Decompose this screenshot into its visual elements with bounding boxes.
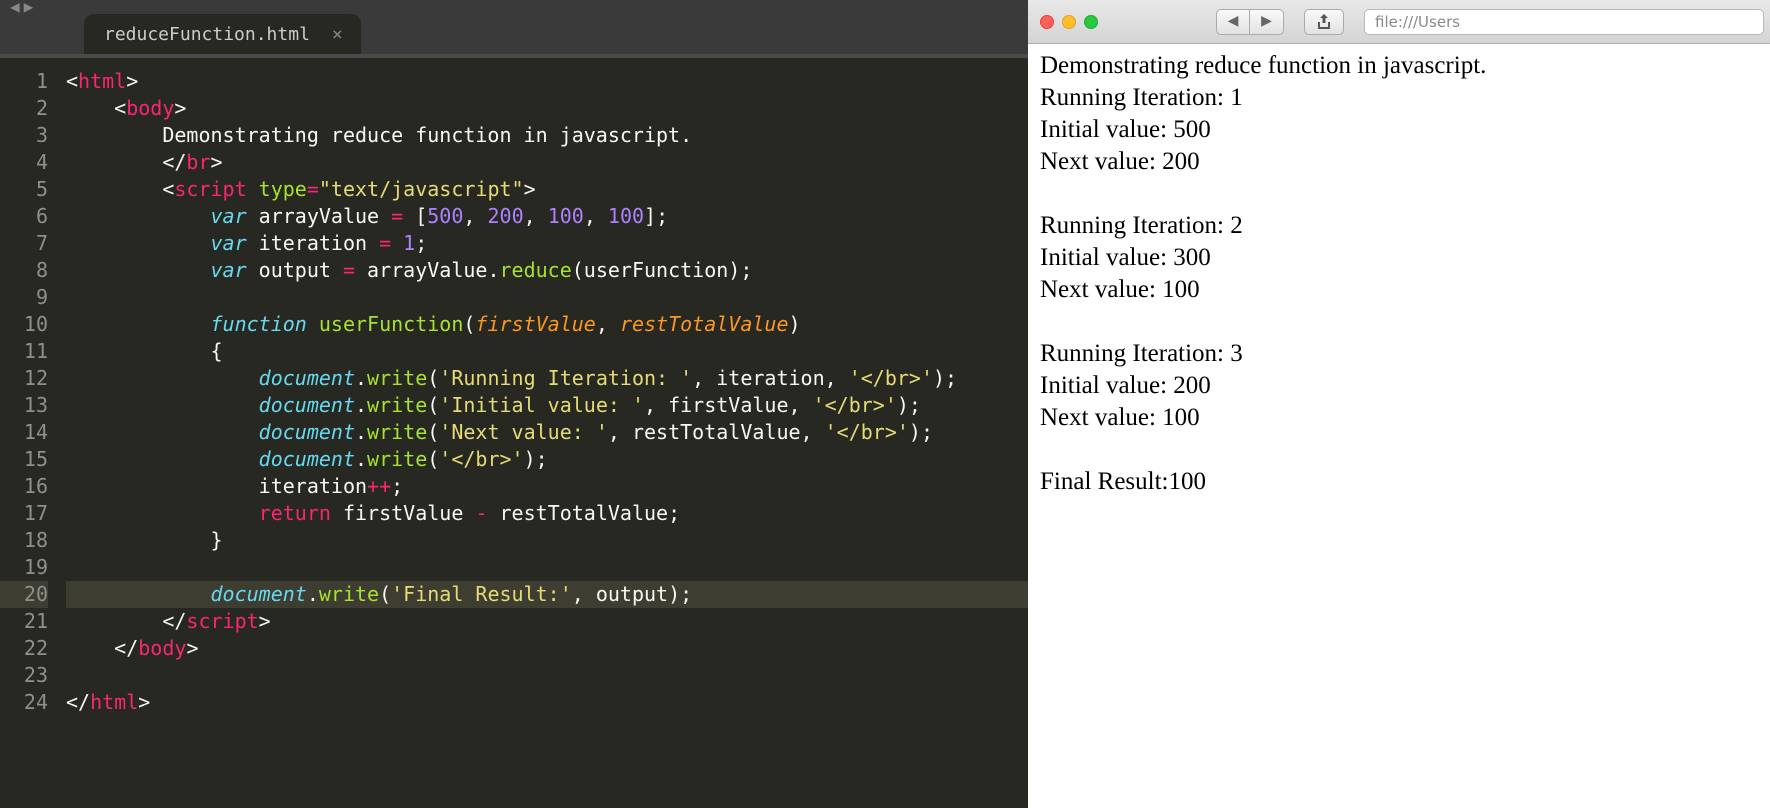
code-content[interactable]: <html> <body> Demonstrating reduce funct…: [66, 68, 1028, 808]
line-number: 15: [0, 446, 48, 473]
line-number: 13: [0, 392, 48, 419]
browser-back-button[interactable]: ◀: [1216, 9, 1250, 35]
line-number: 3: [0, 122, 48, 149]
code-line[interactable]: iteration++;: [66, 473, 1028, 500]
code-line[interactable]: document.write('Initial value: ', firstV…: [66, 392, 1028, 419]
line-number: 10: [0, 311, 48, 338]
code-area[interactable]: 123456789101112131415161718192021222324 …: [0, 58, 1028, 808]
code-line[interactable]: [66, 554, 1028, 581]
iteration-block: Running Iteration: 2Initial value: 300Ne…: [1040, 210, 1758, 306]
line-number: 19: [0, 554, 48, 581]
code-editor-panel: ◀ ▶ reduceFunction.html × 12345678910111…: [0, 0, 1028, 808]
line-number: 6: [0, 203, 48, 230]
iteration-block: Running Iteration: 3Initial value: 200Ne…: [1040, 338, 1758, 434]
line-number-gutter: 123456789101112131415161718192021222324: [0, 68, 66, 808]
nav-forward-icon[interactable]: ▶: [24, 0, 34, 14]
window-controls: [1040, 15, 1098, 29]
output-line: Running Iteration: 1: [1040, 82, 1758, 114]
code-line[interactable]: document.write('</br>');: [66, 446, 1028, 473]
code-line[interactable]: [66, 284, 1028, 311]
line-number: 24: [0, 689, 48, 716]
browser-forward-button[interactable]: ▶: [1250, 9, 1284, 35]
output-line: Initial value: 200: [1040, 370, 1758, 402]
line-number: 16: [0, 473, 48, 500]
code-line[interactable]: var iteration = 1;: [66, 230, 1028, 257]
final-result: Final Result:100: [1040, 466, 1758, 498]
close-icon[interactable]: ×: [332, 24, 343, 45]
code-line[interactable]: Demonstrating reduce function in javascr…: [66, 122, 1028, 149]
code-line[interactable]: </html>: [66, 689, 1028, 716]
code-line[interactable]: var output = arrayValue.reduce(userFunct…: [66, 257, 1028, 284]
line-number: 7: [0, 230, 48, 257]
nav-back-icon[interactable]: ◀: [10, 0, 20, 14]
browser-panel: ◀ ▶ file:///Users Demonstrating reduce f…: [1028, 0, 1770, 808]
output-line: Next value: 100: [1040, 402, 1758, 434]
line-number: 20: [0, 581, 48, 608]
output-line: Running Iteration: 3: [1040, 338, 1758, 370]
code-line[interactable]: }: [66, 527, 1028, 554]
line-number: 21: [0, 608, 48, 635]
code-line[interactable]: function userFunction(firstValue, restTo…: [66, 311, 1028, 338]
maximize-window-icon[interactable]: [1084, 15, 1098, 29]
tab-bar: reduceFunction.html ×: [0, 14, 1028, 54]
output-line: Running Iteration: 2: [1040, 210, 1758, 242]
code-line[interactable]: <html>: [66, 68, 1028, 95]
line-number: 11: [0, 338, 48, 365]
output-line: Initial value: 500: [1040, 114, 1758, 146]
line-number: 18: [0, 527, 48, 554]
output-line: Next value: 200: [1040, 146, 1758, 178]
line-number: 5: [0, 176, 48, 203]
close-window-icon[interactable]: [1040, 15, 1054, 29]
minimize-window-icon[interactable]: [1062, 15, 1076, 29]
code-line[interactable]: <body>: [66, 95, 1028, 122]
tab-title: reduceFunction.html: [104, 24, 310, 45]
editor-nav-bar: ◀ ▶: [0, 0, 1028, 14]
code-line[interactable]: {: [66, 338, 1028, 365]
code-line[interactable]: [66, 662, 1028, 689]
line-number: 9: [0, 284, 48, 311]
line-number: 4: [0, 149, 48, 176]
iteration-block: Running Iteration: 1Initial value: 500Ne…: [1040, 82, 1758, 178]
tab-reduce-function[interactable]: reduceFunction.html ×: [84, 14, 361, 54]
line-number: 8: [0, 257, 48, 284]
line-number: 1: [0, 68, 48, 95]
line-number: 12: [0, 365, 48, 392]
code-line[interactable]: document.write('Running Iteration: ', it…: [66, 365, 1028, 392]
browser-nav-buttons: ◀ ▶: [1216, 9, 1284, 35]
code-line[interactable]: var arrayValue = [500, 200, 100, 100];: [66, 203, 1028, 230]
browser-page-content: Demonstrating reduce function in javascr…: [1028, 44, 1770, 504]
code-line[interactable]: </script>: [66, 608, 1028, 635]
output-line: Initial value: 300: [1040, 242, 1758, 274]
code-line[interactable]: document.write('Next value: ', restTotal…: [66, 419, 1028, 446]
output-line: Next value: 100: [1040, 274, 1758, 306]
share-button[interactable]: [1304, 9, 1344, 35]
url-bar[interactable]: file:///Users: [1364, 9, 1764, 35]
share-icon: [1317, 14, 1331, 30]
line-number: 23: [0, 662, 48, 689]
code-line[interactable]: document.write('Final Result:', output);: [66, 581, 1028, 608]
browser-chrome: ◀ ▶ file:///Users: [1028, 0, 1770, 44]
line-number: 17: [0, 500, 48, 527]
code-line[interactable]: </body>: [66, 635, 1028, 662]
output-heading: Demonstrating reduce function in javascr…: [1040, 50, 1758, 82]
code-line[interactable]: return firstValue - restTotalValue;: [66, 500, 1028, 527]
code-line[interactable]: <script type="text/javascript">: [66, 176, 1028, 203]
code-line[interactable]: </br>: [66, 149, 1028, 176]
line-number: 22: [0, 635, 48, 662]
line-number: 14: [0, 419, 48, 446]
line-number: 2: [0, 95, 48, 122]
